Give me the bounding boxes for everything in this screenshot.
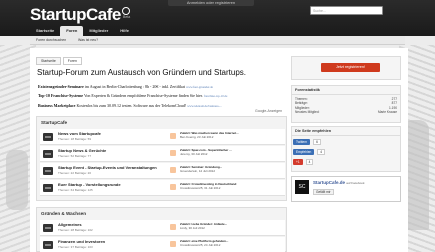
forum-title[interactable]: News vom Startupcafe	[58, 131, 101, 136]
forum-stats: Themen: 22 Beiträge: 20	[58, 171, 92, 175]
forum-stats: Themen: 37 Beiträge: 103	[58, 245, 93, 249]
category-title[interactable]: StartupCafe	[37, 117, 286, 129]
last-post[interactable]: Zuletzt: Liebe Gründer: Anbiete... Lindy,…	[180, 222, 284, 230]
text-ads: Existenzgründer-Seminare im August in Be…	[38, 84, 286, 112]
forum-stats: Themen: 52 Beiträge: 77	[58, 154, 92, 158]
breadcrumb-startseite[interactable]: Startseite	[36, 57, 61, 65]
twitter-button[interactable]: Twittern	[293, 139, 311, 145]
last-post-avatar-icon	[170, 133, 176, 139]
gplus-count: 4	[305, 159, 314, 165]
last-post-avatar-icon	[170, 241, 176, 247]
logo-circle-icon	[121, 7, 130, 15]
forum-stats-box: Forenstatistik Themen: 277 Beiträge: 877 M…	[291, 85, 401, 123]
forum-title[interactable]: Startup News & Gerüchte	[58, 148, 106, 153]
twitter-share: Twittern 6	[293, 139, 321, 145]
forum-stats: Themen: 18 Beiträge: 59	[58, 137, 92, 141]
share-title: Die Seite empfehlen	[292, 127, 400, 136]
subnav-whats-new[interactable]: Was ist neu?	[78, 38, 98, 42]
tab-startseite[interactable]: Startseite	[30, 26, 60, 36]
ad-item[interactable]: Business Marketplace Kostenlos bis zum 3…	[38, 103, 286, 108]
forum-title[interactable]: Euer Startup - Vorstellungsrunde	[58, 182, 121, 187]
forum-title[interactable]: Allgemeines	[58, 222, 82, 227]
forum-title[interactable]: Finanzen und Investoren	[58, 239, 105, 244]
gplus-share: +1 4	[293, 159, 314, 165]
beta-label: Beta	[123, 15, 131, 19]
fb-page-name[interactable]: StartupCafe.de auf Facebook	[313, 180, 364, 185]
forum-category: StartupCafe News vom Startupcafe Themen:…	[36, 116, 287, 201]
forum-row[interactable]: Startup Event - Startup-Events und Veran…	[40, 163, 285, 179]
facebook-like-button[interactable]: Empfehlen	[293, 149, 315, 155]
last-post-avatar-icon	[170, 150, 176, 156]
subnav-search-forums[interactable]: Foren durchsuchen	[36, 38, 66, 42]
tab-hilfe[interactable]: Hilfe	[114, 26, 135, 36]
forum-row[interactable]: Finanzen und Investoren Themen: 37 Beitr…	[40, 237, 285, 252]
fb-like-button[interactable]: Gefällt mir	[313, 189, 334, 195]
main-nav: Startseite Foren Mitglieder Hilfe	[30, 26, 135, 36]
register-button[interactable]: Jetzt registrieren!	[321, 63, 380, 72]
forum-folder-icon	[43, 224, 53, 232]
breadcrumb: Startseite Foren	[36, 57, 84, 65]
last-post[interactable]: Zuletzt: Crowdinvesting in Deutschland Cr…	[180, 182, 284, 190]
last-post[interactable]: Zuletzt: Seminar: Gründung... Gruenderwin…	[180, 165, 284, 173]
forum-folder-icon	[43, 133, 53, 141]
last-post[interactable]: Zuletzt: eine Plattform gefunden... Crowd…	[180, 239, 284, 247]
tab-foren[interactable]: Foren	[60, 26, 84, 36]
forum-row[interactable]: Startup News & Gerüchte Themen: 52 Beitr…	[40, 146, 285, 162]
facebook-count: 4	[317, 149, 326, 155]
last-post[interactable]: Zuletzt: Was machen wenn das Internet...…	[180, 131, 284, 139]
last-post-avatar-icon	[170, 184, 176, 190]
twitter-count: 6	[313, 139, 321, 145]
gplus-button[interactable]: +1	[293, 159, 303, 165]
tab-mitglieder[interactable]: Mitglieder	[83, 26, 114, 36]
forum-folder-icon	[43, 184, 53, 192]
background-figure-left	[6, 150, 28, 210]
last-post[interactable]: Zuletzt: Spaz.com - Superinfacher ... Jer…	[180, 148, 284, 156]
forum-title[interactable]: Startup Event - Startup-Events und Veran…	[58, 165, 157, 170]
forum-stats: Themen: 28 Beiträge: 102	[58, 228, 93, 232]
breadcrumb-foren[interactable]: Foren	[62, 57, 82, 65]
fb-page-avatar[interactable]: SC	[295, 180, 309, 194]
forum-row[interactable]: News vom Startupcafe Themen: 18 Beiträge…	[40, 129, 285, 145]
category-title[interactable]: Gründen & Wachsen	[37, 208, 286, 220]
login-register-tab[interactable]: Anmelden oder registrieren	[168, 0, 254, 6]
forum-folder-icon	[43, 241, 53, 249]
ad-item[interactable]: Top-10 Franchise-Systeme Von Experten & …	[38, 93, 286, 98]
facebook-widget: SC StartupCafe.de auf Facebook Gefällt m…	[291, 176, 401, 202]
page-title: Startup-Forum zum Austausch von Gründern…	[37, 68, 246, 77]
last-post-avatar-icon	[170, 224, 176, 230]
stat-row: Neustes Mitglied: Marie Krause	[295, 110, 397, 115]
site-logo[interactable]: StartupCafe	[30, 5, 130, 25]
forum-row[interactable]: Euer Startup - Vorstellungsrunde Themen:…	[40, 180, 285, 196]
sub-nav: Foren durchsuchen Was ist neu?	[30, 36, 405, 45]
search-input[interactable]: Suche...	[310, 6, 383, 15]
forum-row[interactable]: Allgemeines Themen: 28 Beiträge: 102 Zul…	[40, 220, 285, 236]
facebook-share: Empfehlen 4	[293, 149, 326, 155]
last-post-avatar-icon	[170, 167, 176, 173]
forum-folder-icon	[43, 150, 53, 158]
ad-item[interactable]: Existenzgründer-Seminare im August in Be…	[38, 84, 286, 89]
forum-folder-icon	[43, 167, 53, 175]
google-ads-label[interactable]: Google-Anzeigen	[255, 109, 282, 113]
forum-category: Gründen & Wachsen Allgemeines Themen: 28…	[36, 207, 287, 252]
forum-stats-title: Forenstatistik	[292, 86, 400, 95]
forum-stats: Themen: 64 Beiträge: 125	[58, 188, 93, 192]
